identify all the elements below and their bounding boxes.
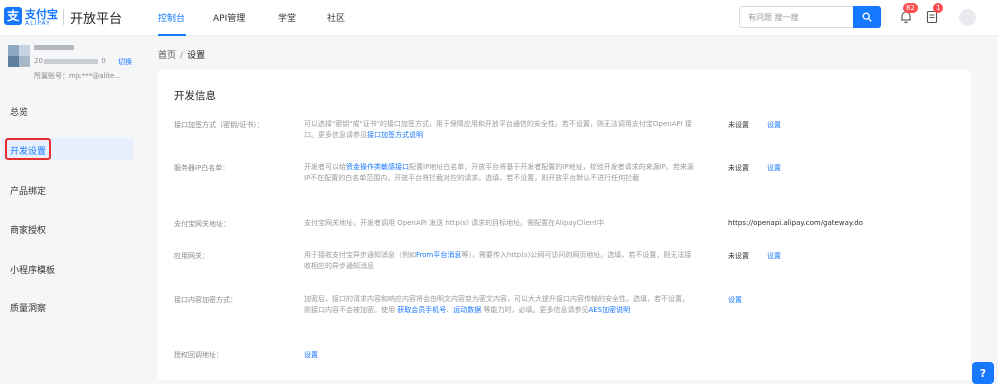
desc-link[interactable]: 获取会员手机号 (397, 306, 446, 314)
nav-academy[interactable]: 学堂 (278, 11, 296, 24)
nav-active-underline (158, 34, 186, 36)
row-label-encryption: 接口内容加密方式： (174, 296, 237, 304)
ip-whitelist-set-button[interactable]: 设置 (767, 163, 781, 173)
desc-link[interactable]: AES加密说明 (588, 306, 630, 314)
sidebar-item-merchant-auth[interactable]: 商家授权 (10, 223, 46, 236)
message-badge: 1 (933, 3, 944, 13)
desc-link[interactable]: 资金操作类敏感接口 (346, 163, 409, 171)
nav-api-management[interactable]: API管理 (213, 11, 245, 24)
search-icon (862, 12, 872, 22)
notification-badge: 82 (903, 3, 918, 13)
platform-title: 开放平台 (70, 12, 123, 27)
highlight-annotation (5, 138, 51, 160)
desc-text: 支付宝网关地址，开发者调用 OpenAPI 发送 http(s) 请求的目标地址… (304, 219, 604, 227)
desc-text: 用于接收支付宝异步通知消息（例如 (304, 251, 416, 259)
nav-community[interactable]: 社区 (327, 11, 345, 24)
search-input[interactable] (739, 6, 853, 28)
app-name-masked (34, 45, 74, 50)
desc-text: 开发者可以给 (304, 163, 346, 171)
app-avatar-icon (8, 45, 30, 67)
logo-sub: ALIPAY (25, 20, 51, 27)
gateway-url: https://openapi.alipay.com/gateway.do (728, 219, 863, 227)
row-desc-ip-whitelist: 开发者可以给资金操作类敏感接口配置IP地址白名单，开放平台将基于开发者配置的IP… (304, 162, 694, 184)
sidebar: 20 0 切换 所属账号：mjc***@alite... 总览 开发设置 产品绑… (0, 37, 140, 384)
row-label-ip-whitelist: 服务器IP白名单： (174, 164, 230, 172)
encryption-set-button[interactable]: 设置 (728, 295, 742, 305)
sidebar-item-product-binding[interactable]: 产品绑定 (10, 184, 46, 197)
help-chat-icon[interactable]: ? (972, 362, 994, 384)
switch-app-link[interactable]: 切换 (118, 57, 132, 67)
breadcrumb-home[interactable]: 首页 (158, 51, 176, 61)
row-status-app-gateway: 未设置 (728, 252, 749, 260)
row-desc-app-gateway: 用于接收支付宝异步通知消息（例如From平台消息等），需要传入http(s)公网… (304, 250, 694, 272)
sidebar-item-quality-insight[interactable]: 质量洞察 (10, 301, 46, 314)
sidebar-item-mini-program-template[interactable]: 小程序模板 (10, 263, 55, 276)
row-status-sign-method: 未设置 (728, 121, 749, 129)
row-status-ip-whitelist: 未设置 (728, 164, 749, 172)
breadcrumb: 首页 / 设置 (158, 51, 206, 61)
alipay-logo-icon[interactable]: 支 (4, 7, 22, 25)
row-label-gateway: 支付宝网关地址： (174, 220, 230, 228)
row-desc-gateway: 支付宝网关地址，开发者调用 OpenAPI 发送 http(s) 请求的目标地址… (304, 218, 694, 229)
search-button[interactable] (853, 6, 881, 28)
row-label-app-gateway: 应用网关： (174, 252, 209, 260)
nav-console[interactable]: 控制台 (158, 11, 185, 24)
sign-method-set-button[interactable]: 设置 (767, 120, 781, 130)
desc-link[interactable]: From平台消息 (416, 251, 461, 259)
top-bar: 支 支付宝 ALIPAY 开放平台 控制台 API管理 学堂 社区 82 1 (0, 0, 998, 36)
user-avatar[interactable] (959, 9, 976, 26)
dev-info-card: 开发信息 接口加签方式（密钥/证书）： 可以选择"密钥"或"证书"的接口加签方式… (158, 70, 971, 380)
app-gateway-set-button[interactable]: 设置 (767, 251, 781, 261)
desc-text: 等能力时，必填。更多信息请参见 (481, 306, 589, 314)
desc-link[interactable]: 接口加签方式说明 (367, 131, 423, 139)
app-id-mask (44, 59, 98, 64)
row-desc-encryption: 加密后，接口的请求内容和响应内容将会由明文内容变为密文内容，可以大大提升接口内容… (304, 294, 694, 316)
breadcrumb-current: 设置 (187, 51, 206, 61)
row-label-auth-callback: 授权回调地址： (174, 351, 223, 359)
section-title: 开发信息 (174, 90, 216, 102)
row-label-sign-method: 接口加签方式（密钥/证书）： (174, 121, 264, 129)
desc-link[interactable]: 运动数据 (453, 306, 481, 314)
logo-divider (63, 9, 64, 25)
owner-account: 所属账号：mjc***@alite... (34, 72, 122, 80)
auth-callback-set-button[interactable]: 设置 (304, 350, 318, 360)
sidebar-item-overview[interactable]: 总览 (10, 105, 28, 118)
desc-text: 可以选择"密钥"或"证书"的接口加签方式，用于保障应用和开放平台通信的安全性。若… (304, 120, 692, 139)
row-desc-sign-method: 可以选择"密钥"或"证书"的接口加签方式，用于保障应用和开放平台通信的安全性。若… (304, 119, 694, 141)
